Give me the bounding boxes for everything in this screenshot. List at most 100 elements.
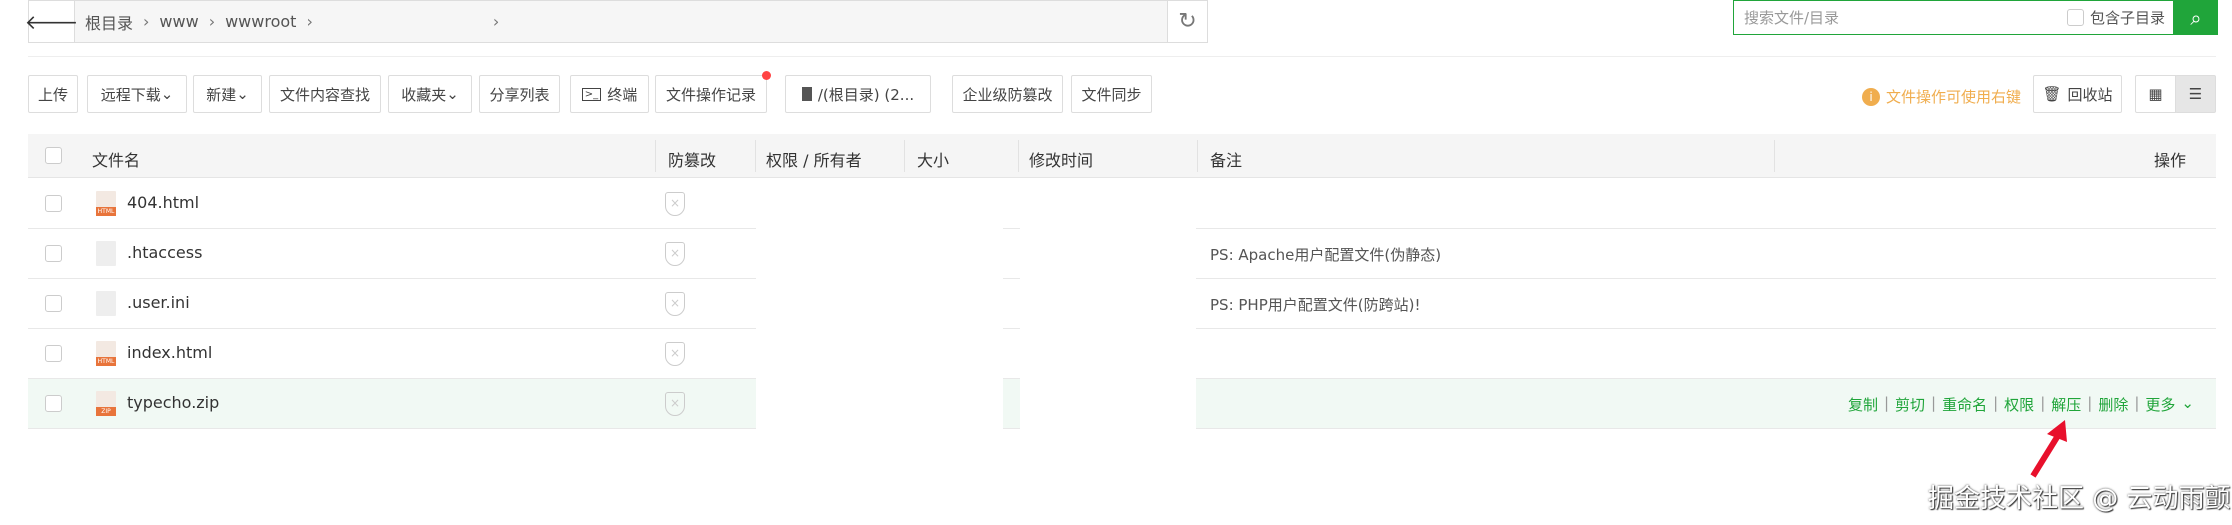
disk-label: /(根目录) (2... xyxy=(817,85,915,104)
header-perm[interactable]: 权限 / 所有者 xyxy=(766,147,862,171)
action-6[interactable]: 更多 xyxy=(2145,394,2175,415)
include-subdir-checkbox[interactable] xyxy=(2066,9,2084,26)
blank-region xyxy=(756,179,1003,429)
action-1[interactable]: 剪切 xyxy=(1895,394,1925,415)
watermark: 掘金技术社区 @ 云动雨颤 xyxy=(1928,484,2231,514)
op-log-label: 文件操作记录 xyxy=(665,85,756,104)
shield-icon[interactable]: × xyxy=(665,292,685,316)
search-icon: ⌕ xyxy=(2190,5,2202,30)
remote-download-button[interactable]: 远程下载 ⌄ xyxy=(87,75,187,113)
action-5[interactable]: 删除 xyxy=(2098,394,2128,415)
header-mtime[interactable]: 修改时间 xyxy=(1029,147,1093,171)
header-size[interactable]: 大小 xyxy=(917,147,949,171)
recycle-label: 回收站 xyxy=(2067,85,2113,104)
remote-download-label: 远程下载 xyxy=(100,85,161,104)
arrow-left-icon: 🡐 xyxy=(24,9,79,34)
tip-text: 文件操作可使用右键 xyxy=(1886,88,2022,106)
file-name[interactable]: typecho.zip xyxy=(127,393,219,412)
crumb-wwwroot[interactable]: wwwroot xyxy=(215,12,306,31)
file-name[interactable]: 404.html xyxy=(127,193,199,212)
separator: | xyxy=(1993,394,1999,412)
text-file-icon xyxy=(96,241,116,266)
row-checkbox[interactable] xyxy=(45,195,62,212)
action-2[interactable]: 重命名 xyxy=(1942,394,1987,415)
chevron-right-icon: › xyxy=(306,12,313,31)
crumb-root[interactable]: 根目录 xyxy=(75,10,143,34)
include-subdir-label: 包含子目录 xyxy=(2089,9,2165,27)
file-name[interactable]: .htaccess xyxy=(127,243,202,262)
row-actions: 复制 | 剪切 | 重命名 | 权限 | 解压 | 删除 | 更多 ⌄ xyxy=(1848,394,2194,415)
text-file-icon xyxy=(96,291,116,316)
header-remark: 备注 xyxy=(1210,151,1243,170)
breadcrumb-bar: 🡐 根目录 › www › wwwroot › › ↻ xyxy=(25,0,1208,43)
header-tamper: 防篡改 xyxy=(668,151,717,170)
list-view-button[interactable]: ☰ xyxy=(2175,75,2216,113)
search-input[interactable]: 搜索文件/目录 包含子目录 xyxy=(1733,0,2174,35)
row-checkbox[interactable] xyxy=(45,395,62,412)
terminal-button[interactable]: >_ 终端 xyxy=(570,75,649,113)
col-divider xyxy=(1197,140,1198,172)
share-list-button[interactable]: 分享列表 xyxy=(479,75,560,113)
zip-file-icon: ZIP xyxy=(96,391,116,416)
separator: | xyxy=(1883,394,1890,412)
chevron-down-icon: ⌄ xyxy=(2181,394,2194,412)
search-placeholder: 搜索文件/目录 xyxy=(1744,9,1840,27)
recycle-bin-button[interactable]: 🗑 回收站 xyxy=(2033,75,2122,113)
col-divider xyxy=(1774,140,1775,172)
shield-icon[interactable]: × xyxy=(665,392,685,416)
file-name[interactable]: .user.ini xyxy=(127,293,190,312)
file-remark[interactable]: PS: PHP用户配置文件(防跨站)! xyxy=(1210,294,1420,315)
new-button[interactable]: 新建 ⌄ xyxy=(193,75,262,113)
separator: | xyxy=(2040,394,2046,412)
red-arrow-annotation xyxy=(2030,420,2067,478)
action-4[interactable]: 解压 xyxy=(2051,394,2081,415)
right-click-tip: i 文件操作可使用右键 xyxy=(1862,86,2021,107)
trash-icon: 🗑 xyxy=(2042,85,2062,103)
back-button[interactable]: 🡐 xyxy=(25,1,78,42)
row-checkbox[interactable] xyxy=(45,295,62,312)
file-sync-button[interactable]: 文件同步 xyxy=(1071,75,1152,113)
content-search-button[interactable]: 文件内容查找 xyxy=(269,75,381,113)
notification-dot xyxy=(762,71,771,80)
crumb-www[interactable]: www xyxy=(149,12,208,31)
info-icon: i xyxy=(1862,87,1880,106)
select-all-checkbox[interactable] xyxy=(45,147,62,164)
separator: | xyxy=(2134,394,2140,412)
header-ops: 操作 xyxy=(2153,151,2186,170)
shield-icon[interactable]: × xyxy=(665,342,685,366)
col-divider xyxy=(655,140,656,172)
tamper-button[interactable]: 企业级防篡改 xyxy=(952,75,1063,113)
favorites-button[interactable]: 收藏夹 ⌄ xyxy=(388,75,472,113)
file-name[interactable]: index.html xyxy=(127,343,212,362)
html-file-icon: HTML xyxy=(96,341,116,366)
grid-icon: ▦ xyxy=(2148,85,2163,103)
chevron-right-icon: › xyxy=(492,12,500,31)
file-remark[interactable]: PS: Apache用户配置文件(伪静态) xyxy=(1210,244,1441,265)
upload-button[interactable]: 上传 xyxy=(28,75,78,113)
disk-button[interactable]: /(根目录) (2... xyxy=(785,75,931,113)
separator: | xyxy=(1931,394,1937,412)
shield-icon[interactable]: × xyxy=(665,242,685,266)
refresh-button[interactable]: ↻ xyxy=(1167,1,1207,42)
action-0[interactable]: 复制 xyxy=(1848,394,1878,415)
refresh-icon: ↻ xyxy=(1178,9,1197,34)
divider xyxy=(28,56,2216,57)
chevron-down-icon: ⌄ xyxy=(446,85,459,103)
header-name[interactable]: 文件名 xyxy=(92,147,140,171)
terminal-label: 终端 xyxy=(607,85,638,104)
row-checkbox[interactable] xyxy=(45,345,62,362)
favorites-label: 收藏夹 xyxy=(401,85,447,104)
action-3[interactable]: 权限 xyxy=(2004,394,2034,415)
op-log-button[interactable]: 文件操作记录 xyxy=(655,71,771,113)
disk-icon xyxy=(801,87,812,101)
shield-icon[interactable]: × xyxy=(665,192,685,216)
col-divider xyxy=(1018,140,1019,172)
html-file-icon: HTML xyxy=(96,191,116,216)
separator: | xyxy=(2087,394,2093,412)
row-checkbox[interactable] xyxy=(45,245,62,262)
search-button[interactable]: ⌕ xyxy=(2174,0,2218,35)
chevron-down-icon: ⌄ xyxy=(160,85,174,103)
chevron-down-icon: ⌄ xyxy=(236,85,249,103)
terminal-icon: >_ xyxy=(581,87,602,101)
grid-view-button[interactable]: ▦ xyxy=(2135,75,2176,113)
